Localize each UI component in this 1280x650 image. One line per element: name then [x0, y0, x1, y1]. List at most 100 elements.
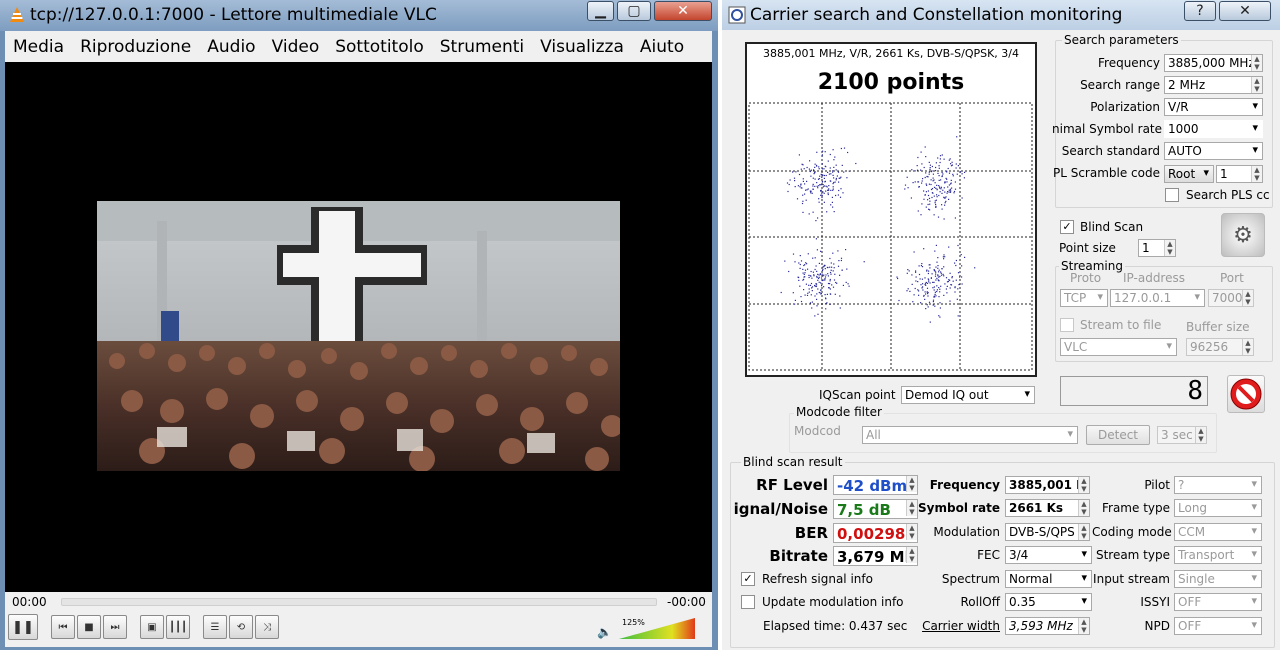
- proto-select[interactable]: TCP: [1060, 289, 1108, 307]
- fec-label: FEC: [977, 548, 1000, 562]
- carrier-width-spinner[interactable]: ▲ ▼: [1078, 618, 1089, 634]
- ber-spinner[interactable]: ▲ ▼: [906, 524, 917, 540]
- rolloff-select[interactable]: 0.35: [1005, 593, 1092, 611]
- menu-visualizza[interactable]: Visualizza: [532, 37, 632, 57]
- detect-button[interactable]: Detect: [1086, 425, 1150, 445]
- search-range-input[interactable]: 2 MHz ▲ ▼: [1164, 76, 1263, 94]
- help-icon: ?: [1196, 3, 1204, 19]
- search-standard-select[interactable]: AUTO: [1164, 142, 1263, 160]
- pilot-select[interactable]: ?: [1174, 476, 1262, 494]
- previous-button[interactable]: ⏮: [51, 615, 75, 639]
- volume-slider[interactable]: [617, 616, 697, 640]
- modcode-select[interactable]: All: [862, 426, 1078, 444]
- menu-aiuto[interactable]: Aiuto: [632, 37, 692, 57]
- menu-audio[interactable]: Audio: [199, 37, 263, 57]
- seek-bar[interactable]: [61, 598, 657, 606]
- input-stream-select[interactable]: Single: [1174, 570, 1262, 588]
- player-select[interactable]: VLC: [1060, 338, 1177, 356]
- modulation-text: DVB-S/QPS: [1009, 525, 1075, 539]
- min-symbol-rate-select[interactable]: 1000: [1164, 120, 1263, 138]
- menu-strumenti[interactable]: Strumenti: [432, 37, 532, 57]
- frequency-spinner[interactable]: ▲ ▼: [1251, 55, 1262, 71]
- playlist-button[interactable]: ☰: [203, 615, 227, 639]
- stream-to-file-checkbox[interactable]: [1060, 318, 1074, 332]
- speaker-icon[interactable]: 🔈: [597, 625, 612, 639]
- port-input[interactable]: 7000 ▲ ▼: [1208, 289, 1254, 307]
- carrier-width-value: 3,593 MHz ▲ ▼: [1005, 617, 1090, 635]
- snr-spinner[interactable]: ▲ ▼: [906, 500, 917, 516]
- cs-close-button[interactable]: ✕: [1219, 1, 1271, 21]
- extended-settings-button[interactable]: ┃┃┃: [166, 615, 190, 639]
- minimize-icon: ▁: [595, 3, 606, 19]
- point-size-input[interactable]: 1 ▲ ▼: [1138, 239, 1176, 257]
- point-size-spinner[interactable]: ▲ ▼: [1164, 240, 1175, 256]
- minimize-button[interactable]: ▁: [587, 1, 614, 21]
- maximize-icon: ▢: [627, 3, 641, 19]
- stop-button[interactable]: ■: [77, 615, 101, 639]
- pl-scramble-input[interactable]: 1 ▲ ▼: [1216, 165, 1263, 183]
- help-button[interactable]: ?: [1184, 1, 1216, 21]
- spectrum-select[interactable]: Normal: [1005, 570, 1092, 588]
- loop-button[interactable]: ⟲: [229, 615, 253, 639]
- port-value: 7000: [1212, 291, 1243, 305]
- update-modulation-checkbox[interactable]: [741, 595, 755, 609]
- refresh-signal-checkbox[interactable]: ✓: [741, 572, 755, 586]
- detect-seconds-spinner[interactable]: ▲ ▼: [1195, 427, 1206, 443]
- issyi-label: ISSYI: [1140, 595, 1170, 609]
- menu-video[interactable]: Video: [264, 37, 328, 57]
- vlc-window-title: tcp://127.0.0.1:7000 - Lettore multimedi…: [30, 5, 437, 25]
- pl-scramble-spinner[interactable]: ▲ ▼: [1251, 166, 1262, 182]
- stream-type-select[interactable]: Transport: [1174, 546, 1262, 564]
- search-pls-checkbox[interactable]: [1165, 188, 1179, 202]
- satellite-dish-icon[interactable]: ⚙: [1221, 213, 1265, 257]
- pilot-label: Pilot: [1144, 478, 1170, 492]
- port-spinner[interactable]: ▲ ▼: [1242, 290, 1253, 306]
- spectrum-label: Spectrum: [941, 572, 1000, 586]
- fec-select[interactable]: 3/4: [1005, 546, 1092, 564]
- frequency-input[interactable]: 3885,000 MHz ▲ ▼: [1164, 54, 1263, 72]
- pause-icon: ❚❚: [12, 619, 34, 635]
- buffer-size-spinner[interactable]: ▲ ▼: [1242, 339, 1253, 355]
- next-button[interactable]: ⏭: [103, 615, 127, 639]
- carrier-width-label[interactable]: Carrier width: [918, 619, 1000, 633]
- modcode-label: Modcode: [794, 424, 840, 438]
- blind-scan-checkbox[interactable]: ✓: [1060, 220, 1074, 234]
- frame-type-label: Frame type: [1101, 501, 1170, 515]
- search-range-spinner[interactable]: ▲ ▼: [1251, 77, 1262, 93]
- stop-sign-icon: [1230, 378, 1262, 410]
- npd-select[interactable]: OFF: [1174, 617, 1262, 635]
- buffer-size-label: Buffer size: [1186, 320, 1250, 334]
- stop-scan-button[interactable]: [1227, 375, 1265, 413]
- modulation-spinner[interactable]: ▲ ▼: [1078, 524, 1089, 540]
- point-size-label: Point size: [1059, 241, 1116, 255]
- fullscreen-button[interactable]: ▣: [140, 615, 164, 639]
- coding-mode-select[interactable]: CCM: [1174, 523, 1262, 541]
- ip-address-select[interactable]: 127.0.0.1: [1110, 289, 1205, 307]
- menu-media[interactable]: Media: [5, 37, 72, 57]
- menu-sottotitolo[interactable]: Sottotitolo: [327, 37, 432, 57]
- iqscan-point-select[interactable]: Demod IQ out: [901, 386, 1035, 404]
- frame-type-select[interactable]: Long: [1174, 499, 1262, 517]
- cs-window-title: Carrier search and Constellation monitor…: [750, 5, 1123, 25]
- min-symbol-rate-label: nimal Symbol rate: [1052, 122, 1163, 136]
- rolloff-label: RollOff: [960, 595, 1000, 609]
- rf-level-spinner[interactable]: ▲ ▼: [906, 476, 917, 492]
- video-area[interactable]: [5, 62, 712, 592]
- issyi-select[interactable]: OFF: [1174, 593, 1262, 611]
- ber-label: BER: [794, 524, 828, 542]
- menu-riproduzione[interactable]: Riproduzione: [72, 37, 199, 57]
- result-symbol-rate-spinner[interactable]: ▲ ▼: [1078, 500, 1089, 516]
- bitrate-text: 3,679 Mb: [837, 548, 916, 566]
- buffer-size-input[interactable]: 96256 ▲ ▼: [1186, 338, 1254, 356]
- maximize-button[interactable]: ▢: [617, 1, 651, 21]
- result-frequency-spinner[interactable]: ▲ ▼: [1078, 477, 1089, 493]
- detect-seconds-input[interactable]: 3 sec ▲ ▼: [1157, 426, 1207, 444]
- polarization-select[interactable]: V/R: [1164, 98, 1263, 116]
- close-icon: ✕: [1239, 3, 1251, 19]
- equalizer-icon: ┃┃┃: [168, 621, 188, 633]
- bitrate-spinner[interactable]: ▲ ▼: [906, 547, 917, 563]
- pause-button[interactable]: ❚❚: [8, 614, 38, 640]
- pl-scramble-mode-select[interactable]: Root: [1164, 165, 1214, 183]
- close-button[interactable]: ✕: [654, 1, 712, 21]
- shuffle-button[interactable]: ⤨: [255, 615, 279, 639]
